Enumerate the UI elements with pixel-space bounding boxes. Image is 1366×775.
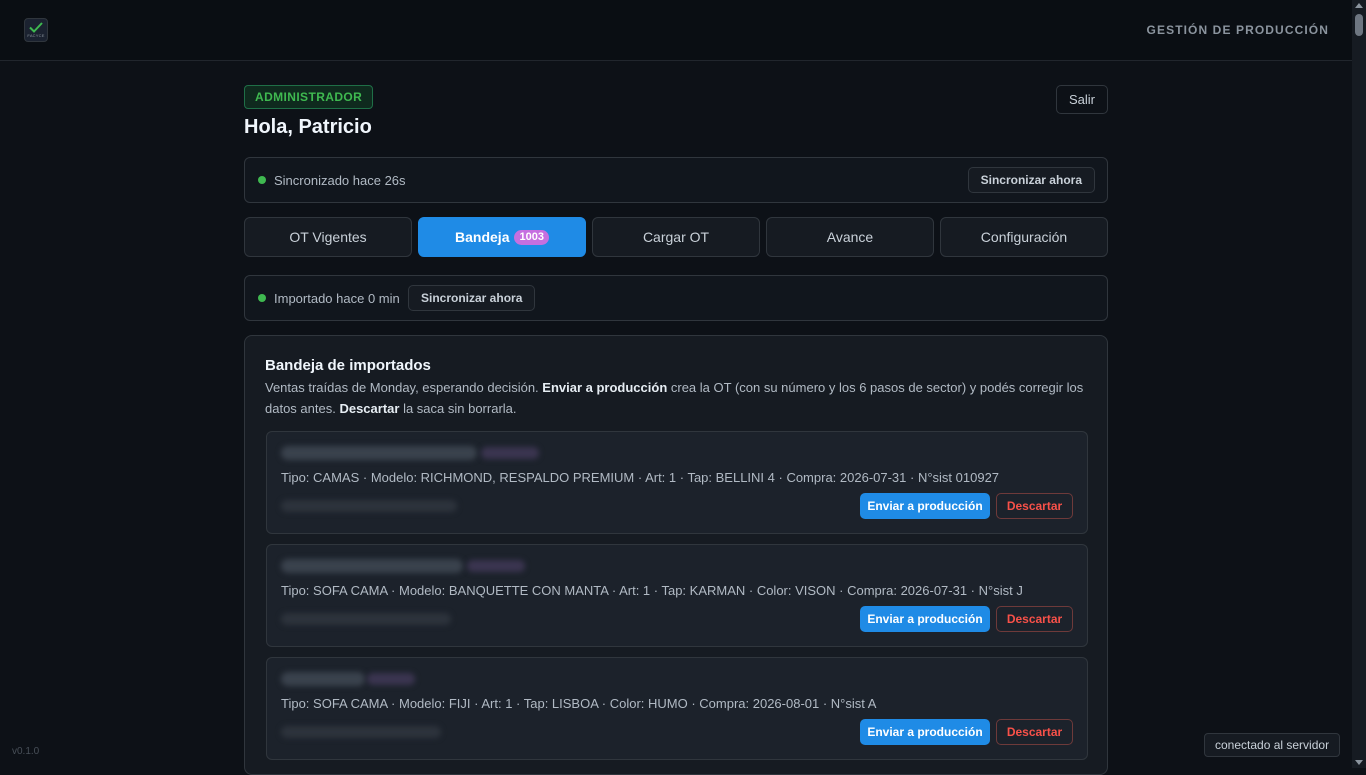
scroll-down-arrow-icon[interactable] [1355,760,1363,765]
server-status-badge: conectado al servidor [1204,733,1341,757]
discard-button[interactable]: Descartar [996,606,1073,632]
item-tag-redacted [367,673,415,685]
tab-avance[interactable]: Avance [766,217,934,257]
desc-bold-send: Enviar a producción [542,380,668,395]
sync-status-bar: Sincronizado hace 26s Sincronizar ahora [244,157,1108,203]
item-subtitle-redacted [281,613,451,625]
item-tag-redacted [481,447,539,459]
checkmark-icon [29,22,43,33]
customer-name-redacted [281,672,365,686]
tab-label: Cargar OT [642,229,710,245]
tab-label: Bandeja [455,229,510,245]
app-title: GESTIÓN DE PRODUCCIÓN [1146,23,1329,37]
tab-bandeja[interactable]: Bandeja 1003 [418,217,586,257]
tab-count-badge: 1003 [514,229,549,245]
import-sync-now-button[interactable]: Sincronizar ahora [408,285,536,311]
app-logo[interactable]: FACYCE [24,18,48,42]
item-subtitle-redacted [281,726,441,738]
desc-text: Ventas traídas de Monday, esperando deci… [265,380,543,395]
tab-ot-vigentes[interactable]: OT Vigentes [244,217,412,257]
import-status-bar: Importado hace 0 min Sincronizar ahora [244,275,1108,321]
top-bar: FACYCE GESTIÓN DE PRODUCCIÓN [0,0,1352,61]
tab-label: OT Vigentes [289,229,367,245]
send-to-production-button[interactable]: Enviar a producción [860,719,990,745]
desc-bold-discard: Descartar [339,401,400,416]
inbox-title: Bandeja de importados [265,357,431,374]
inbox-item-card: Tipo: SOFA CAMA · Modelo: BANQUETTE CON … [266,544,1088,647]
inbox-description: Ventas traídas de Monday, esperando deci… [265,377,1085,419]
sync-status-text: Sincronizado hace 26s [274,173,406,188]
customer-name-redacted [281,446,477,460]
discard-button[interactable]: Descartar [996,493,1073,519]
scroll-thumb[interactable] [1355,14,1363,36]
inbox-item-card: Tipo: SOFA CAMA · Modelo: FIJI · Art: 1 … [266,657,1088,760]
logo-text: FACYCE [27,33,45,38]
scroll-up-arrow-icon[interactable] [1355,3,1363,8]
sync-status-dot-icon [258,176,266,184]
inbox-item-card: Tipo: CAMAS · Modelo: RICHMOND, RESPALDO… [266,431,1088,534]
greeting-heading: Hola, Patricio [244,116,372,138]
tab-bar: OT Vigentes Bandeja 1003 Cargar OT Avanc… [244,217,1108,257]
item-details: Tipo: CAMAS · Modelo: RICHMOND, RESPALDO… [281,470,1000,485]
tab-label: Configuración [980,229,1068,245]
tab-configuracion[interactable]: Configuración [940,217,1108,257]
logout-button[interactable]: Salir [1055,85,1108,114]
discard-button[interactable]: Descartar [996,719,1073,745]
send-to-production-button[interactable]: Enviar a producción [860,606,990,632]
tab-label: Avance [826,229,874,245]
inbox-panel: Bandeja de importados Ventas traídas de … [244,335,1108,775]
item-subtitle-redacted [281,500,457,512]
sync-now-button[interactable]: Sincronizar ahora [967,167,1095,193]
customer-name-redacted [281,559,463,573]
item-details: Tipo: SOFA CAMA · Modelo: BANQUETTE CON … [281,583,1023,598]
item-tag-redacted [467,560,525,572]
send-to-production-button[interactable]: Enviar a producción [860,493,990,519]
scrollbar[interactable] [1352,0,1366,768]
desc-text: la saca sin borrarla. [399,401,517,416]
role-badge: ADMINISTRADOR [244,85,374,109]
version-label: v0.1.0 [12,746,40,757]
tab-cargar-ot[interactable]: Cargar OT [592,217,760,257]
import-status-dot-icon [258,294,266,302]
import-status-text: Importado hace 0 min [274,291,400,306]
item-details: Tipo: SOFA CAMA · Modelo: FIJI · Art: 1 … [281,696,877,711]
